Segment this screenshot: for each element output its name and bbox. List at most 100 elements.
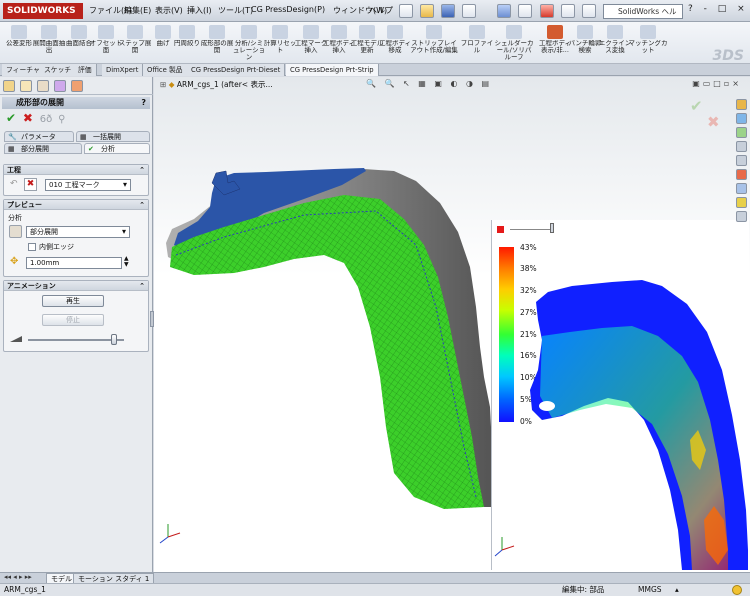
analysis-label: 分析 [8,214,22,222]
tab-dimxpert[interactable]: DimXpert [102,64,144,76]
tab-cg-pressdesign-strip[interactable]: CG PressDesign Prt-Strip [286,64,379,76]
custom-properties-icon[interactable] [736,183,747,194]
preview-icon[interactable]: 6ð [40,114,52,125]
ok-icon[interactable]: ✔ [6,111,16,125]
stop-button[interactable]: 停止 [42,314,104,326]
solidworks-logo[interactable]: SOLIDWORKS [3,3,83,19]
resources-icon[interactable] [736,113,747,124]
cmd-formed-unfold-button[interactable]: 成形部の展開 [200,22,234,64]
rebuild-icon[interactable] [540,4,554,18]
back-arrow-icon[interactable]: ↶ [10,179,18,189]
print-icon[interactable] [462,4,476,18]
tab-cg-pressdesign-dieset[interactable]: CG PressDesign Prt-Dieset [187,64,286,76]
help-icon[interactable]: ? [141,97,146,109]
process-section-header[interactable]: 工程 ⌃ [4,165,148,175]
surface-join-icon [71,25,87,39]
menu-view[interactable]: 表示(V) [155,5,183,16]
undo-icon[interactable] [497,4,511,18]
step-unfold-icon [127,25,143,39]
preview-section-header[interactable]: プレビュー ⌃ [4,200,148,210]
collapse-icon[interactable]: ⌃ [139,165,145,175]
feature-manager-icon[interactable] [3,80,15,92]
configuration-manager-icon[interactable] [37,80,49,92]
status-file: ARM_cgs_1 [4,585,46,594]
process-body-display-icon [547,25,563,39]
view-palette-icon[interactable] [736,211,747,222]
action-buttons: ✔ ✖ 6ð ⚲ [6,112,65,126]
delete-icon[interactable]: ✖ [24,178,37,191]
analysis-mode-combo[interactable]: 部分展開 [26,226,130,238]
inner-edge-checkbox[interactable] [28,243,36,251]
tab-batch-unfold[interactable]: ▦ 一括展開 [76,131,150,142]
select-cursor-icon[interactable] [518,4,532,18]
grid-icon: ▦ [80,133,87,141]
wrench-icon: 🔧 [8,133,17,141]
tab-partial-unfold[interactable]: ▦ 部分展開 [4,143,82,154]
home-icon[interactable] [736,99,747,110]
file-explorer-icon[interactable] [736,141,747,152]
window-controls[interactable]: ? - □ × [688,4,749,14]
cmd-matching-cut-button[interactable]: マッチングカット [628,22,668,64]
collapse-icon[interactable]: ⌃ [139,200,145,210]
tab-analysis[interactable]: ✔ 分析 [84,143,150,154]
new-document-icon[interactable] [399,4,413,18]
appearances-icon[interactable] [736,169,747,180]
cmd-calc-reset-button[interactable]: 計算リセット [263,22,297,64]
cmd-punch-contour-button[interactable]: パンチ輪郭検索 [568,22,602,64]
menu-insert[interactable]: 挿入(I) [187,5,212,16]
cmd-shoulder-curl-button[interactable]: シェルダーカール/ソリパルーフ [494,22,534,64]
calc-reset-icon [272,25,288,39]
tab-sketch[interactable]: スケッチ [40,64,77,76]
contour-analysis-window: 43% 38% 32% 27% 21% 16% 10% 5% 0% [491,220,749,570]
process-section: 工程 ⌃ ↶ ✖ 010 工程マーク [3,164,149,196]
menu-edit[interactable]: 編集(E) [124,5,151,16]
menu-help[interactable]: ヘルプ(H) [369,5,393,16]
menu-tools[interactable]: ツール(T) [218,5,253,16]
design-library-icon[interactable] [736,127,747,138]
graphics-area[interactable]: ⊞ ◆ ARM_cgs_1 (after< 表示... 🔍 🔍 ↖ ▦ ▣ ◐ … [154,77,750,572]
menu-cg-pressdesign[interactable]: CG PressDesign(P) [251,5,325,14]
units-dropdown-icon[interactable]: ▴ [675,584,679,596]
play-button[interactable]: 再生 [42,295,104,307]
dimxpert-manager-icon[interactable] [54,80,66,92]
cmd-strip-layout-button[interactable]: ストリップレイアウト作成/編集 [410,22,458,64]
cmd-analysis-simulation-button[interactable]: 分析/シミュレーション [232,22,266,64]
open-folder-icon[interactable] [420,4,434,18]
punch-contour-icon [577,25,593,39]
tab-parameters[interactable]: 🔧 パラメータ [4,131,74,142]
animation-speed-slider[interactable] [111,334,117,345]
cancel-icon[interactable]: ✖ [23,111,33,125]
property-manager-icon[interactable] [20,80,32,92]
tab-office[interactable]: Office 製品 [143,64,188,76]
cmd-process-body-display-button[interactable]: 工程ボディ表示/非... [538,22,572,64]
display-manager-icon[interactable] [71,80,83,92]
tab-evaluate[interactable]: 評価 [74,64,97,76]
file-properties-icon[interactable] [561,4,575,18]
contour-hole [539,401,555,411]
search-results-icon[interactable] [736,155,747,166]
panel-title: 成形部の展開 ? [2,97,150,109]
inner-edge-label: 内側エッジ [39,243,74,251]
pin-icon[interactable]: ⚲ [58,114,65,125]
axis-triad-icon [159,524,181,544]
nav-arrows-icon[interactable]: ◂◂ ◂ ▸ ▸▸ [4,573,32,581]
save-icon[interactable] [441,4,455,18]
options-gear-icon[interactable] [582,4,596,18]
distance-icon: ✥ [10,256,19,267]
cmd-circular-draw-button[interactable]: 円周絞り [170,22,204,64]
animation-section-header[interactable]: アニメーション ⌃ [4,281,148,291]
toolbox-icon[interactable] [736,197,747,208]
distance-input[interactable]: 1.00mm [26,257,122,269]
cmd-tolerance-deform-button[interactable]: 公差変形 [2,22,36,64]
status-units[interactable]: MMGS [638,584,662,596]
rebuild-status-icon[interactable] [732,585,742,595]
cmd-process-body-transfer-button[interactable]: 工程ボディ移成 [378,22,412,64]
spin-buttons[interactable]: ▲ ▼ [124,256,129,268]
collapse-icon[interactable]: ⌃ [139,281,145,291]
process-combo[interactable]: 010 工程マーク [45,179,131,191]
cmd-ecline-convert-button[interactable]: エクラインス変換 [598,22,632,64]
help-search-input[interactable]: SolidWorks ヘル [603,4,683,19]
circular-draw-icon [179,25,195,39]
cmd-profile-button[interactable]: プロファイル [460,22,494,64]
cmd-unfold-surface-button[interactable]: 展開曲面抽出 [32,22,66,64]
